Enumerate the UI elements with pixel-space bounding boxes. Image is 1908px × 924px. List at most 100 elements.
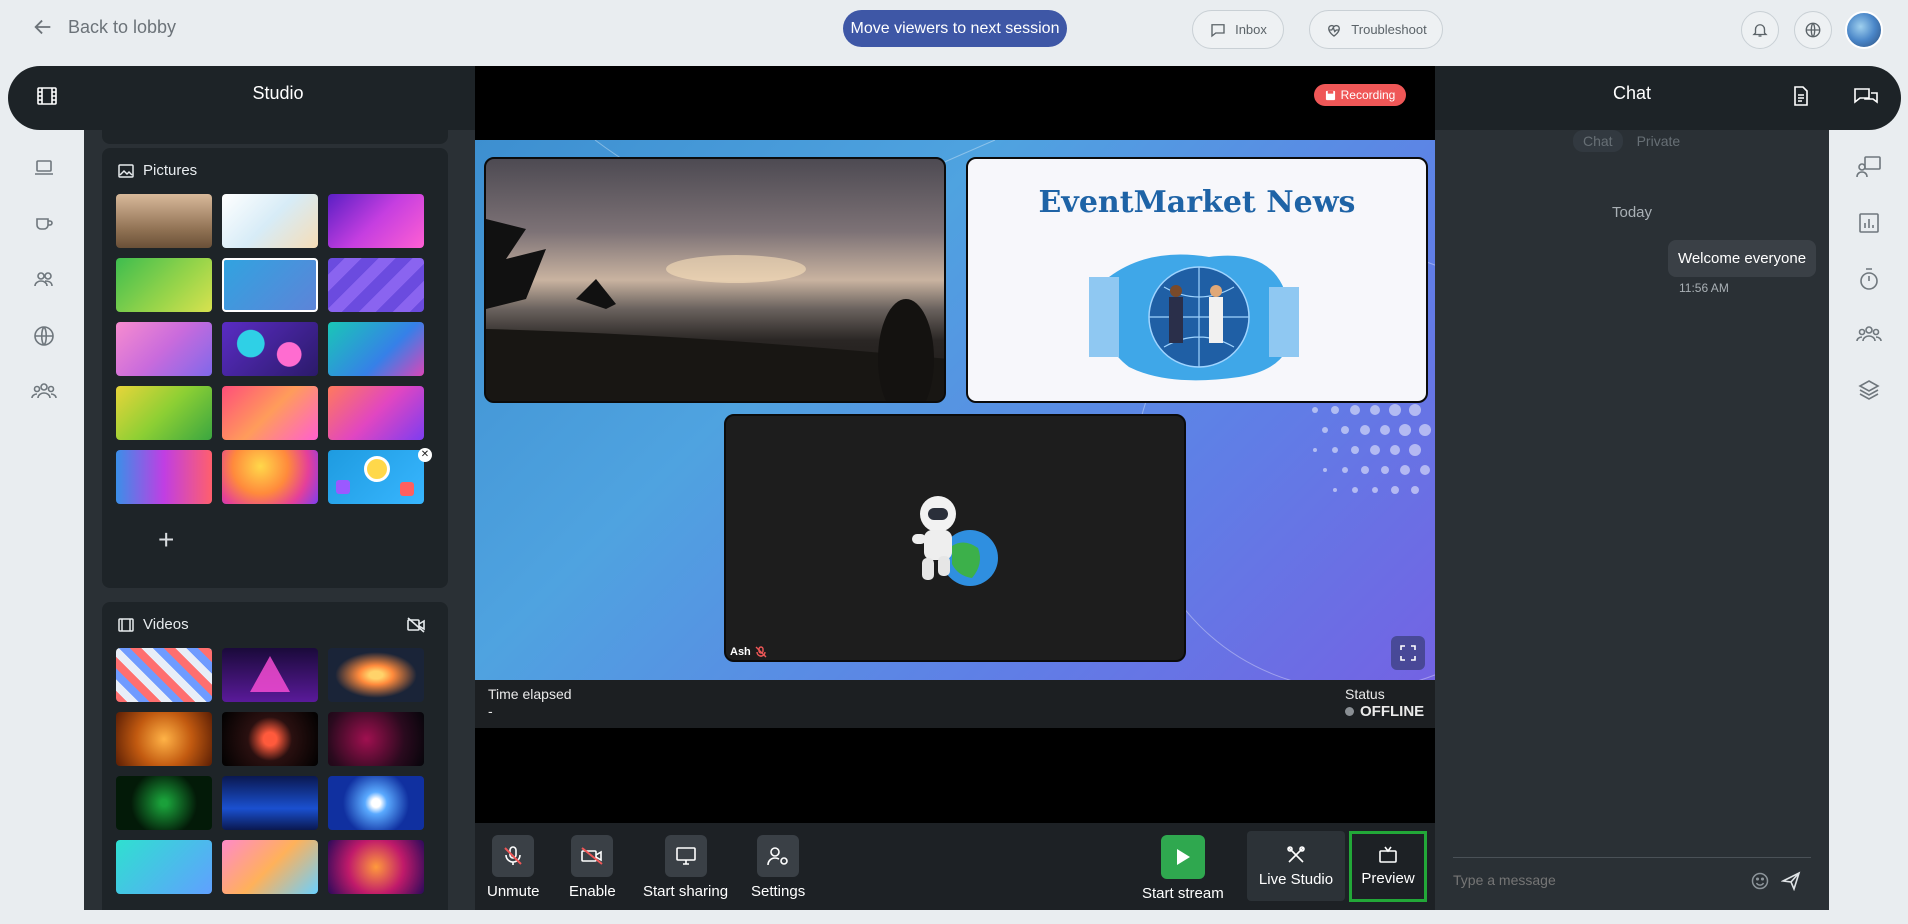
fullscreen-button[interactable] [1391,636,1425,670]
video-thumb[interactable] [328,840,424,894]
laptop-icon[interactable] [30,154,58,182]
add-picture-button[interactable]: + [158,524,174,556]
video-tile-camera[interactable] [484,157,946,403]
picture-thumb[interactable] [328,450,424,504]
live-studio-button[interactable]: Live Studio [1247,831,1345,901]
picture-thumb[interactable] [116,322,212,376]
video-thumb[interactable] [328,712,424,766]
stage-bottom-area [475,728,1435,823]
picture-thumb-selected[interactable] [222,258,318,312]
people-icon[interactable] [30,265,58,293]
studio-panel: Pictures ✕ + Videos [84,130,475,910]
picture-thumb[interactable] [222,194,318,248]
start-sharing-label: Start sharing [643,883,729,900]
start-stream-button[interactable]: Start stream [1142,835,1224,902]
astronaut-illustration [912,496,998,586]
video-thumb[interactable] [222,776,318,830]
picture-thumb[interactable] [222,386,318,440]
tab-chat[interactable]: Chat [1573,130,1623,152]
chat-header: Chat [1435,66,1901,130]
video-thumb[interactable] [222,648,318,702]
status-value: OFFLINE [1360,703,1425,720]
bar-chart-icon[interactable] [1855,209,1883,237]
inbox-label: Inbox [1235,22,1267,37]
video-thumb[interactable] [116,840,212,894]
video-thumb[interactable] [116,712,212,766]
chat-bubbles-icon[interactable] [1853,86,1879,108]
preview-button[interactable]: Preview [1349,831,1427,902]
pictures-label: Pictures [143,162,198,179]
picture-thumb[interactable] [328,322,424,376]
picture-thumb[interactable] [328,194,424,248]
business-illustration [1089,254,1299,381]
studio-title: Studio [252,83,304,103]
picture-thumb[interactable] [116,258,212,312]
coffee-icon[interactable] [30,209,58,237]
chat-message-bubble: Welcome everyone [1668,240,1816,277]
time-elapsed-label: Time elapsed [488,686,572,702]
tab-private[interactable]: Private [1633,130,1685,152]
video-thumb[interactable] [222,712,318,766]
pictures-card: Pictures ✕ + [102,148,448,588]
film-strip-icon [118,617,134,632]
troubleshoot-button[interactable]: Troubleshoot [1309,10,1443,49]
status-dot [1345,707,1354,716]
preview-label: Preview [1361,870,1415,887]
picture-thumb[interactable] [222,322,318,376]
presenter-icon[interactable] [1855,153,1883,181]
back-to-lobby-link[interactable]: Back to lobby [32,16,176,38]
participant-label: Ash [730,646,767,658]
chat-input-divider [1453,857,1811,858]
picture-thumb[interactable] [116,450,212,504]
globe-nav-icon[interactable] [30,322,58,350]
unmute-button[interactable]: Unmute [487,835,540,900]
language-button[interactable] [1794,11,1832,49]
video-muted-icon[interactable] [406,616,426,634]
enable-camera-button[interactable]: Enable [569,835,616,900]
notifications-button[interactable] [1741,11,1779,49]
stage-top-bar [475,66,1435,140]
start-stream-label: Start stream [1142,885,1224,902]
picture-thumb[interactable] [328,386,424,440]
beach-scene [486,219,944,401]
remove-thumb-icon[interactable]: ✕ [418,448,432,462]
picture-thumb[interactable] [116,386,212,440]
video-thumb[interactable] [116,648,212,702]
video-tile-ash[interactable]: Ash [724,414,1186,662]
picture-thumb[interactable] [116,194,212,248]
participant-name: Ash [730,646,751,658]
picture-thumb[interactable] [222,450,318,504]
settings-button[interactable]: Settings [751,835,805,900]
group-icon[interactable] [30,377,58,405]
expand-icon [1400,645,1416,661]
videos-label: Videos [143,616,189,633]
tools-icon [1287,845,1305,863]
monitor-icon [675,847,696,865]
video-thumb[interactable] [222,840,318,894]
user-avatar[interactable] [1845,11,1883,49]
move-viewers-button[interactable]: Move viewers to next session [843,10,1067,47]
start-sharing-button[interactable]: Start sharing [643,835,728,900]
status-indicator: OFFLINE [1345,703,1424,720]
send-icon[interactable] [1781,871,1801,891]
time-elapsed-value: - [488,703,493,719]
group-icon[interactable] [1855,320,1883,348]
chat-message-time: 11:56 AM [1679,281,1729,295]
video-tile-slide[interactable]: EventMarket News [966,157,1428,403]
emoji-icon[interactable] [1751,872,1769,890]
status-label: Status [1345,686,1385,702]
video-thumb[interactable] [328,648,424,702]
document-icon[interactable] [1792,86,1810,106]
inbox-button[interactable]: Inbox [1192,10,1284,49]
chat-message-input[interactable] [1453,868,1753,892]
troubleshoot-label: Troubleshoot [1351,22,1427,37]
video-thumb[interactable] [116,776,212,830]
stopwatch-icon[interactable] [1855,265,1883,293]
video-thumb[interactable] [328,776,424,830]
left-nav [0,66,84,924]
picture-thumb[interactable] [328,258,424,312]
mic-off-icon [755,646,767,658]
play-icon [1176,849,1190,865]
layers-icon[interactable] [1855,376,1883,404]
bell-icon [1752,24,1768,37]
